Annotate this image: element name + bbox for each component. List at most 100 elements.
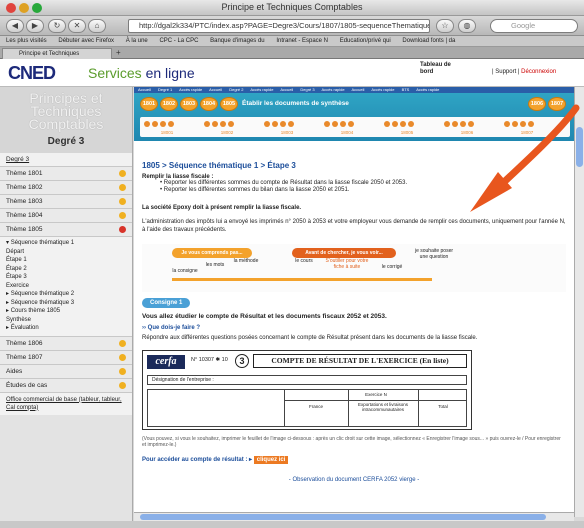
- nav-link[interactable]: Accès rapide: [322, 87, 345, 92]
- nav-link[interactable]: Accès rapide: [371, 87, 394, 92]
- submenu-item[interactable]: ▸ Séquence thématique 3: [0, 298, 132, 307]
- bookmark-item[interactable]: Banque d'images du: [210, 38, 265, 44]
- sequence-dots[interactable]: 18003: [264, 119, 310, 135]
- bookmark-item[interactable]: Intranet - Espace N: [276, 38, 328, 44]
- sequence-dots[interactable]: 18002: [204, 119, 250, 135]
- sidebar-item-label: Études de cas: [6, 381, 48, 389]
- site-menu-button[interactable]: ◍: [458, 19, 476, 33]
- theme-bubble[interactable]: 1802: [160, 97, 178, 111]
- submenu-item[interactable]: Synthèse: [0, 315, 132, 324]
- nav-link[interactable]: Accueil: [280, 87, 293, 92]
- submenu-item[interactable]: Étape 1: [0, 256, 132, 265]
- bookmark-item[interactable]: Débuter avec Firefox: [58, 38, 114, 44]
- deconnexion-link[interactable]: Déconnexion: [521, 69, 556, 75]
- submenu-item[interactable]: Étape 2: [0, 264, 132, 273]
- sidebar-item-etudes-de-cas[interactable]: Études de cas: [0, 378, 132, 393]
- window-title: Principe et Techniques Comptables: [221, 2, 363, 12]
- process-step[interactable]: la consigne: [172, 268, 198, 274]
- stop-button[interactable]: ✕: [68, 19, 86, 33]
- sidebar-item-theme-1804[interactable]: Thème 1804: [0, 209, 132, 223]
- sequence-dots[interactable]: 18007: [504, 119, 550, 135]
- window-titlebar: Principe et Techniques Comptables: [0, 0, 584, 16]
- process-step[interactable]: les mots: [204, 262, 226, 268]
- home-button[interactable]: ⌂: [88, 19, 106, 33]
- nav-link[interactable]: Accueil: [352, 87, 365, 92]
- cerfa-table: Exercice N France Exportations et livrai…: [147, 389, 467, 427]
- cerfa-form-image[interactable]: cerfa N° 10307 ✱ 10 3 COMPTE DE RÉSULTAT…: [142, 350, 472, 430]
- theme-bubble[interactable]: 1804: [200, 97, 218, 111]
- back-button[interactable]: ◀: [6, 19, 24, 33]
- observation-link[interactable]: - Observation du document CERFA 2052 vie…: [142, 477, 566, 483]
- help-process-diagram: Je vous comprends pas... Avant de cherch…: [142, 244, 566, 292]
- cerfa-col-france: France: [308, 404, 323, 409]
- sequence-dots[interactable]: 18004: [324, 119, 370, 135]
- bookmark-item[interactable]: Les plus visités: [6, 38, 47, 44]
- bookmark-item[interactable]: CPC - La CPC: [159, 38, 198, 44]
- submenu-item[interactable]: ▸ Évaluation: [0, 324, 132, 333]
- instruction-bullet: • Reporter les différentes sommes du com…: [160, 180, 408, 186]
- sequence-dots[interactable]: 18006: [444, 119, 490, 135]
- submenu-item[interactable]: ▸ Cours thème 1805: [0, 307, 132, 316]
- nav-link[interactable]: BTS: [402, 87, 410, 92]
- submenu-item[interactable]: Étape 3: [0, 273, 132, 282]
- support-link[interactable]: Support: [495, 69, 516, 75]
- sidebar-footer-link[interactable]: Office commercial de base (tableur, tabl…: [0, 392, 132, 415]
- theme-bubble[interactable]: 1806: [528, 97, 546, 111]
- process-step[interactable]: S'outiller pour votre fiche à suite: [322, 258, 372, 270]
- sidebar-item-theme-1806[interactable]: Thème 1806: [0, 336, 132, 351]
- sidebar-item-theme-1803[interactable]: Thème 1803: [0, 195, 132, 209]
- scrollbar-thumb[interactable]: [140, 514, 546, 520]
- submenu-item[interactable]: ▾ Séquence thématique 1: [0, 239, 132, 248]
- process-step[interactable]: je souhaite poser une question: [414, 248, 454, 260]
- nav-link[interactable]: Accès rapide: [250, 87, 273, 92]
- browser-tab[interactable]: Principe et Techniques Comptables: [2, 48, 112, 67]
- forward-button[interactable]: ▶: [26, 19, 44, 33]
- new-tab-button[interactable]: +: [116, 48, 121, 58]
- bookmarks-bar: Les plus visités Débuter avec Firefox À …: [0, 36, 584, 47]
- sidebar-item-degre-3[interactable]: Degré 3: [0, 153, 132, 167]
- theme-bubble[interactable]: 1805: [220, 97, 238, 111]
- horizontal-scrollbar[interactable]: [134, 512, 574, 521]
- nav-link[interactable]: Degré 1: [158, 87, 172, 92]
- sequence-dots[interactable]: 18005: [384, 119, 430, 135]
- status-dot-icon: [119, 212, 126, 219]
- sequence-dots[interactable]: 18001: [144, 119, 190, 135]
- sidebar-item-aides[interactable]: Aides: [0, 364, 132, 379]
- tableau-de-bord-link[interactable]: Tableau de bord: [420, 62, 460, 76]
- bookmark-item[interactable]: À la une: [126, 38, 148, 44]
- nav-link[interactable]: Degré 3: [300, 87, 314, 92]
- cliquez-ici-button[interactable]: cliquez ici: [253, 456, 289, 464]
- sidebar-item-theme-1807[interactable]: Thème 1807: [0, 350, 132, 365]
- nav-link[interactable]: Accès rapide: [416, 87, 439, 92]
- bookmark-item[interactable]: Education/privé qui: [340, 38, 391, 44]
- search-input[interactable]: Google: [490, 19, 578, 33]
- bookmark-star-button[interactable]: ☆: [436, 19, 454, 33]
- reload-button[interactable]: ↻: [48, 19, 66, 33]
- sidebar-item-theme-1802[interactable]: Thème 1802: [0, 181, 132, 195]
- scrollbar-thumb[interactable]: [576, 127, 583, 167]
- theme-bubble[interactable]: 1807: [548, 97, 566, 111]
- bookmark-item[interactable]: Download fonts | da: [402, 38, 455, 44]
- sidebar-item-theme-1805[interactable]: Thème 1805: [0, 223, 132, 237]
- theme-bubble[interactable]: 1801: [140, 97, 158, 111]
- status-dot-icon: [119, 353, 126, 361]
- process-step[interactable]: le cours: [292, 258, 316, 264]
- nav-link[interactable]: Accès rapide: [179, 87, 202, 92]
- process-step[interactable]: la méthode: [232, 258, 260, 264]
- address-bar[interactable]: http://dgal2k334/PTC/index.asp?PAGE=Degr…: [128, 19, 430, 33]
- nav-link[interactable]: Accueil: [138, 87, 151, 92]
- cned-logo[interactable]: CNED: [8, 63, 56, 84]
- nav-link[interactable]: Accueil: [209, 87, 222, 92]
- header-links: | Support | Déconnexion: [492, 69, 557, 75]
- submenu-item[interactable]: Départ: [0, 247, 132, 256]
- submenu-item[interactable]: Exercice: [0, 281, 132, 290]
- nav-link[interactable]: Degré 2: [229, 87, 243, 92]
- sidebar-item-theme-1801[interactable]: Thème 1801: [0, 167, 132, 181]
- vertical-scrollbar[interactable]: [574, 87, 584, 517]
- sequence-label: 18004: [340, 130, 354, 135]
- status-dot-icon: [119, 367, 126, 375]
- cerfa-col-total: Total: [438, 404, 448, 409]
- submenu-item[interactable]: ▸ Séquence thématique 2: [0, 290, 132, 299]
- process-step[interactable]: le corrigé: [378, 264, 406, 270]
- theme-bubble[interactable]: 1803: [180, 97, 198, 111]
